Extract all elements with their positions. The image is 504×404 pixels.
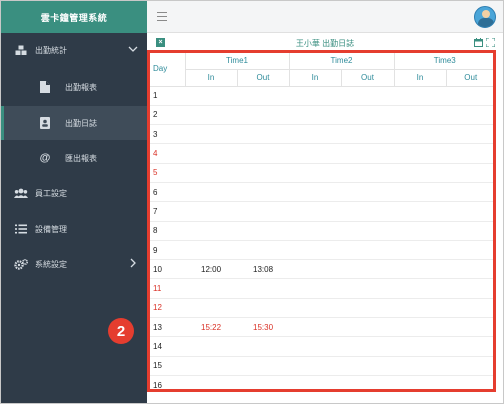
top-bar — [147, 1, 503, 33]
user-avatar[interactable] — [474, 6, 496, 28]
calendar-icon[interactable] — [474, 38, 483, 47]
sidebar-item-device-management[interactable]: 設備管理 — [1, 212, 147, 246]
time1-in-cell: 15:22 — [185, 317, 237, 338]
hamburger-menu-icon[interactable] — [157, 12, 167, 21]
page-title: 王小華 出勤日誌 — [295, 39, 355, 48]
table-row[interactable]: 11 — [147, 278, 495, 299]
time1-in-cell: 12:00 — [185, 259, 237, 280]
day-cell: 1 — [147, 86, 185, 106]
day-cell: 2 — [147, 105, 185, 126]
day-cell: 16 — [147, 375, 185, 392]
sidebar-item-label: 出勤統計 — [35, 45, 67, 55]
sidebar-item-attendance-report[interactable]: 出勤報表 — [1, 70, 147, 104]
column-header-out: Out — [236, 69, 289, 87]
step-badge: 2 — [108, 318, 134, 344]
day-cell: 14 — [147, 336, 185, 357]
sidebar-item-label: 出勤報表 — [65, 82, 97, 92]
table-row[interactable]: 5 — [147, 163, 495, 183]
cogs-icon — [13, 256, 29, 272]
content-header: × 王小華 出勤日誌 — [147, 33, 503, 52]
column-header-day: Day — [147, 52, 185, 87]
sidebar-item-system-settings[interactable]: 系統設定 — [1, 247, 147, 281]
column-header-time3: Time3 — [393, 52, 495, 70]
column-header-out: Out — [340, 69, 394, 87]
sidebar-item-label: 設備管理 — [35, 224, 67, 234]
time1-out-cell: 15:30 — [237, 317, 289, 338]
table-row[interactable]: 4 — [147, 143, 495, 164]
chevron-right-icon[interactable] — [127, 257, 139, 269]
day-cell: 3 — [147, 124, 185, 145]
day-cell: 12 — [147, 298, 185, 319]
day-cell: 6 — [147, 182, 185, 203]
list-icon — [13, 221, 29, 237]
table-row[interactable]: 15 — [147, 356, 495, 376]
day-cell: 4 — [147, 143, 185, 164]
day-cell: 13 — [147, 317, 185, 338]
column-header-out: Out — [445, 69, 495, 87]
at-icon: @ — [39, 152, 51, 164]
chevron-down-icon[interactable] — [127, 43, 139, 55]
day-cell: 10 — [147, 259, 185, 280]
sidebar-item-label: 系統設定 — [35, 259, 67, 269]
cubes-icon — [13, 42, 29, 58]
column-header-time1: Time1 — [184, 52, 289, 70]
sidebar-item-label: 匯出報表 — [65, 153, 97, 163]
sidebar-item-employee-settings[interactable]: 員工設定 — [1, 176, 147, 210]
table-row[interactable]: 10 12:00 13:08 — [147, 259, 495, 280]
column-header-in: In — [184, 69, 237, 87]
attendance-table: Day Time1 Time2 Time3 In Out In Out In O… — [147, 52, 495, 392]
table-row[interactable]: 6 — [147, 182, 495, 203]
day-cell: 8 — [147, 221, 185, 241]
sidebar-item-attendance-stats[interactable]: 出勤統計 — [1, 33, 147, 67]
expand-icon[interactable] — [486, 38, 495, 47]
day-cell: 9 — [147, 240, 185, 261]
table-row[interactable]: 16 — [147, 375, 495, 392]
sidebar-item-label: 員工設定 — [35, 188, 67, 198]
sidebar-item-export-report[interactable]: @ 匯出報表 — [1, 141, 147, 175]
table-row[interactable]: 7 — [147, 201, 495, 222]
attendance-table-container[interactable]: Day Time1 Time2 Time3 In Out In Out In O… — [147, 52, 495, 392]
table-row[interactable]: 12 — [147, 298, 495, 319]
sidebar-item-label: 出勤日誌 — [65, 118, 97, 128]
table-row[interactable]: 9 — [147, 240, 495, 261]
column-header-in: In — [288, 69, 341, 87]
day-cell: 7 — [147, 201, 185, 222]
table-row[interactable]: 8 — [147, 221, 495, 241]
table-row[interactable]: 2 — [147, 105, 495, 126]
day-cell: 5 — [147, 163, 185, 183]
table-row[interactable]: 14 — [147, 336, 495, 357]
sidebar-item-attendance-log[interactable]: 出勤日誌 — [1, 106, 147, 140]
column-header-in: In — [393, 69, 446, 87]
table-row[interactable]: 3 — [147, 124, 495, 145]
column-header-time2: Time2 — [288, 52, 394, 70]
app-brand: 雲卡鐘管理系統 — [1, 1, 147, 33]
time1-out-cell: 13:08 — [237, 259, 289, 280]
day-cell: 15 — [147, 356, 185, 376]
users-icon — [13, 185, 29, 201]
address-card-icon — [37, 115, 53, 131]
day-cell: 11 — [147, 278, 185, 299]
table-row[interactable]: 13 15:22 15:30 — [147, 317, 495, 338]
file-icon — [37, 79, 53, 95]
table-row[interactable]: 1 — [147, 86, 495, 106]
